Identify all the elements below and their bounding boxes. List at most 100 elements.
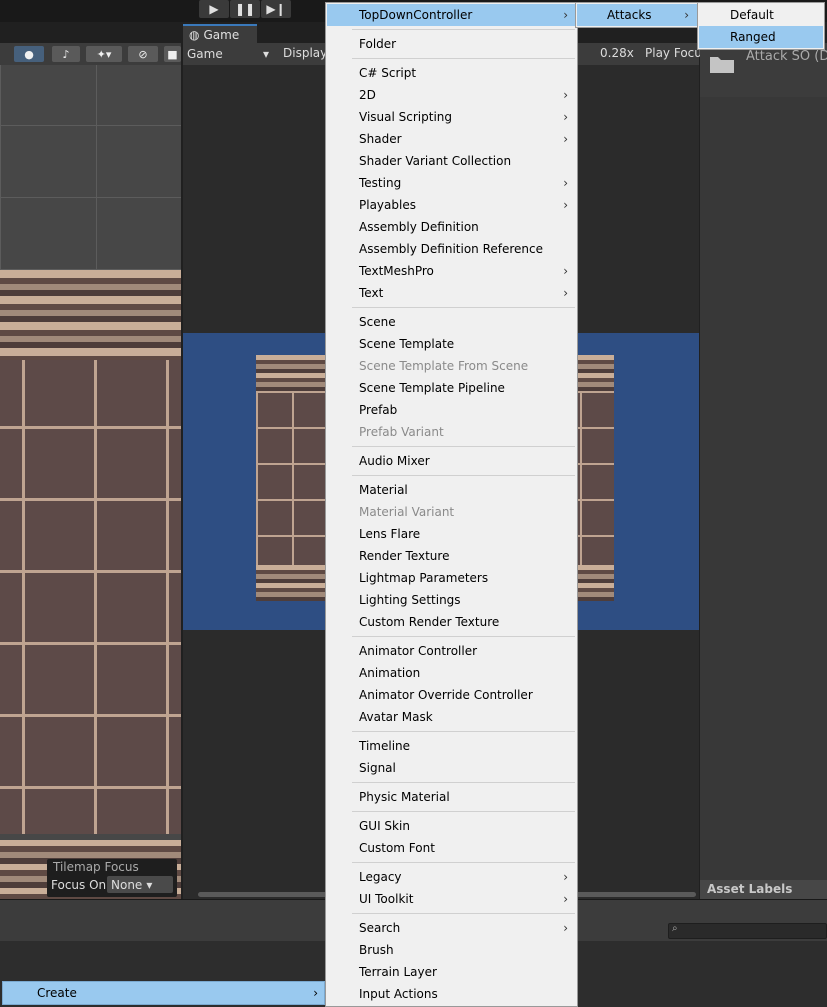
focus-on-dropdown[interactable]: None ▾ — [107, 876, 173, 893]
menu-item-physic-material[interactable]: Physic Material — [327, 786, 576, 808]
asset-labels-header[interactable]: Asset Labels — [700, 880, 827, 899]
menu-item-label: Lighting Settings — [359, 593, 461, 607]
menu-separator — [352, 782, 575, 783]
step-button[interactable]: ▶❙ — [261, 0, 291, 18]
menu-item-ui-toolkit[interactable]: UI Toolkit › — [327, 888, 576, 910]
menu-item-animator-override-controller[interactable]: Animator Override Controller — [327, 684, 576, 706]
menu-item-label: Audio Mixer — [359, 454, 430, 468]
menu-item-shader[interactable]: Shader › — [327, 128, 576, 150]
lighting-toggle[interactable]: ● — [14, 46, 44, 62]
menu-separator — [352, 731, 575, 732]
menu-item-brush[interactable]: Brush — [327, 939, 576, 961]
zoom-value: 0.28x — [600, 46, 634, 60]
menu-item-label: Legacy — [359, 870, 402, 884]
menu-item-input-actions[interactable]: Input Actions — [327, 983, 576, 1005]
display-dropdown[interactable]: Display — [283, 46, 327, 60]
step-icon: ▶❙ — [266, 2, 286, 16]
menu-item-visual-scripting[interactable]: Visual Scripting › — [327, 106, 576, 128]
pause-button[interactable]: ❚❚ — [230, 0, 260, 18]
menu-item-assembly-definition[interactable]: Assembly Definition — [327, 216, 576, 238]
menu-item-lens-flare[interactable]: Lens Flare — [327, 523, 576, 545]
menu-item-render-texture[interactable]: Render Texture — [327, 545, 576, 567]
menu-item-label: Testing — [359, 176, 402, 190]
menu-item-label: Custom Render Texture — [359, 615, 500, 629]
audio-toggle[interactable]: ♪ — [52, 46, 80, 62]
game-view-dropdown[interactable]: Game ▾ — [183, 43, 273, 65]
audio-icon: ♪ — [62, 47, 70, 61]
menu-item-gui-skin[interactable]: GUI Skin — [327, 815, 576, 837]
menu-item-prefab[interactable]: Prefab — [327, 399, 576, 421]
menu-item-attacks[interactable]: Attacks › — [577, 4, 697, 26]
menu-item-label: Animator Override Controller — [359, 688, 533, 702]
chevron-right-icon: › — [563, 870, 568, 884]
effects-dropdown[interactable]: ✦▾ — [86, 46, 122, 62]
menu-item-audio-mixer[interactable]: Audio Mixer — [327, 450, 576, 472]
menu-item-label: Assembly Definition Reference — [359, 242, 544, 256]
menu-item-label: Scene Template — [359, 337, 455, 351]
focus-on-label: Focus On — [51, 878, 107, 892]
menu-item-label: Signal — [359, 761, 396, 775]
attacks-submenu: Default Ranged — [697, 2, 825, 50]
chevron-right-icon: › — [684, 8, 689, 22]
menu-item-label: Prefab Variant — [359, 425, 444, 439]
menu-item-timeline[interactable]: Timeline — [327, 735, 576, 757]
chevron-down-icon: ▾ — [262, 47, 269, 61]
chevron-down-icon: ▾ — [146, 877, 153, 892]
play-button[interactable]: ▶ — [199, 0, 229, 18]
menu-item-label: Assembly Definition — [359, 220, 479, 234]
menu-item-default[interactable]: Default — [699, 4, 823, 26]
create-submenu: TopDownController › Folder C# Script 2D › Visu… — [325, 2, 578, 1007]
menu-item-scene-template-from-scene: Scene Template From Scene — [327, 355, 576, 377]
chevron-right-icon: › — [563, 198, 568, 212]
menu-item-label: Search — [359, 921, 401, 935]
menu-item-scene-template-pipeline[interactable]: Scene Template Pipeline — [327, 377, 576, 399]
menu-item-playables[interactable]: Playables › — [327, 194, 576, 216]
menu-item-animation[interactable]: Animation — [327, 662, 576, 684]
menu-item-folder[interactable]: Folder — [327, 33, 576, 55]
menu-item-text[interactable]: Text › — [327, 282, 576, 304]
menu-item-label: Shader Variant Collection — [359, 154, 512, 168]
menu-item-signal[interactable]: Signal — [327, 757, 576, 779]
menu-item-label: Brush — [359, 943, 394, 957]
menu-item-c-script[interactable]: C# Script — [327, 62, 576, 84]
menu-separator — [352, 58, 575, 59]
menu-item-custom-font[interactable]: Custom Font — [327, 837, 576, 859]
menu-item-create[interactable]: Create › — [2, 981, 325, 1005]
menu-item-scene-template[interactable]: Scene Template — [327, 333, 576, 355]
menu-separator — [352, 811, 575, 812]
project-search-input[interactable]: ⌕ — [668, 923, 827, 939]
menu-item-scene[interactable]: Scene — [327, 311, 576, 333]
menu-item-label: Input Actions — [359, 987, 438, 1001]
visibility-toggle[interactable]: ⊘ — [128, 46, 158, 62]
camera-button[interactable]: ■ — [164, 46, 181, 62]
menu-item-assembly-definition-reference[interactable]: Assembly Definition Reference — [327, 238, 576, 260]
menu-item-terrain-layer[interactable]: Terrain Layer — [327, 961, 576, 983]
menu-item-animator-controller[interactable]: Animator Controller — [327, 640, 576, 662]
menu-item-label: Lightmap Parameters — [359, 571, 489, 585]
menu-item-textmeshpro[interactable]: TextMeshPro › — [327, 260, 576, 282]
chevron-right-icon: › — [563, 921, 568, 935]
chevron-right-icon: › — [563, 8, 568, 22]
menu-item-lightmap-parameters[interactable]: Lightmap Parameters — [327, 567, 576, 589]
pause-icon: ❚❚ — [234, 2, 256, 16]
menu-item-label: Scene Template From Scene — [359, 359, 529, 373]
menu-item-custom-render-texture[interactable]: Custom Render Texture — [327, 611, 576, 633]
menu-item-2d[interactable]: 2D › — [327, 84, 576, 106]
menu-item-shader-variant-collection[interactable]: Shader Variant Collection — [327, 150, 576, 172]
menu-item-ranged[interactable]: Ranged — [699, 26, 823, 48]
menu-item-avatar-mask[interactable]: Avatar Mask — [327, 706, 576, 728]
menu-item-legacy[interactable]: Legacy › — [327, 866, 576, 888]
menu-item-topdowncontroller[interactable]: TopDownController › — [327, 4, 576, 26]
tab-game-label: Game — [203, 28, 240, 42]
tab-game[interactable]: ◍ Game — [183, 24, 257, 44]
menu-item-label: Default — [730, 8, 774, 22]
menu-item-label: Shader — [359, 132, 402, 146]
menu-item-material[interactable]: Material — [327, 479, 576, 501]
scene-toolbar: ● ♪ ✦▾ ⊘ ■ — [0, 43, 181, 65]
menu-separator — [352, 913, 575, 914]
menu-item-search[interactable]: Search › — [327, 917, 576, 939]
play-focused-dropdown[interactable]: Play Focu — [645, 46, 702, 60]
tilemap-focus-overlay: Tilemap Focus Focus On None ▾ — [47, 859, 177, 897]
menu-item-lighting-settings[interactable]: Lighting Settings — [327, 589, 576, 611]
menu-item-testing[interactable]: Testing › — [327, 172, 576, 194]
